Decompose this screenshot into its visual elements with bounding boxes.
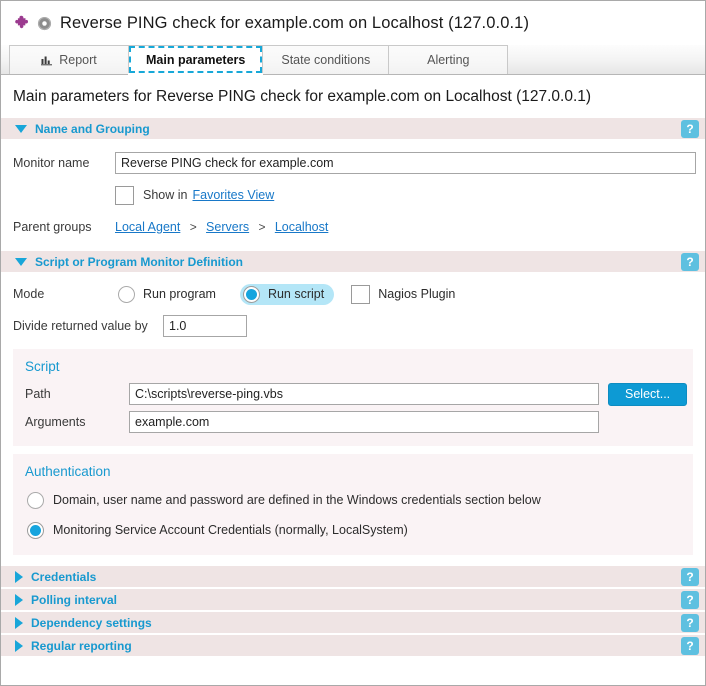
auth-domain-credentials-radio[interactable]: [27, 491, 44, 509]
monitor-name-row: Monitor name: [1, 150, 705, 176]
section-title-script-definition: Script or Program Monitor Definition: [35, 254, 244, 269]
run-program-radio[interactable]: [118, 285, 135, 303]
mode-option-run-script[interactable]: Run script: [239, 283, 335, 305]
chevron-right-icon: [15, 616, 23, 629]
section-body-name-and-grouping: Monitor name Show in Favorites View Pare…: [1, 140, 705, 250]
divide-returned-value-label: Divide returned value by: [13, 319, 148, 333]
run-script-label: Run script: [267, 287, 325, 301]
script-path-label: Path: [25, 387, 51, 401]
auth-option-domain-credentials[interactable]: Domain, user name and password are defin…: [13, 485, 693, 515]
help-button-name-and-grouping[interactable]: ?: [681, 120, 699, 138]
mode-row: Mode Run program Run script Nagios Plugi…: [1, 281, 705, 307]
favorites-view-link[interactable]: Favorites View: [192, 188, 274, 202]
section-title-dependency-settings: Dependency settings: [31, 615, 152, 630]
nagios-plugin-label: Nagios Plugin: [378, 287, 456, 301]
tab-report-label: Report: [59, 53, 97, 67]
monitor-properties-window: Reverse PING check for example.com on Lo…: [0, 0, 706, 686]
run-program-label: Run program: [143, 287, 216, 301]
monitor-name-label: Monitor name: [13, 156, 90, 170]
section-body-script-definition: Mode Run program Run script Nagios Plugi…: [1, 273, 705, 565]
breadcrumb-item-servers[interactable]: Servers: [206, 220, 249, 234]
breadcrumb-separator: >: [258, 220, 266, 234]
mode-label: Mode: [13, 287, 45, 301]
tab-state-conditions[interactable]: State conditions: [262, 45, 390, 74]
section-header-dependency-settings[interactable]: Dependency settings ?: [1, 611, 705, 634]
run-script-radio[interactable]: [242, 285, 260, 303]
monitor-name-input[interactable]: [115, 152, 696, 174]
authentication-subpanel: Authentication Domain, user name and pas…: [13, 454, 693, 555]
status-circle-icon: [37, 16, 52, 30]
puzzle-piece-icon: [15, 15, 28, 29]
parent-groups-row: Parent groups Local Agent > Servers > Lo…: [1, 214, 705, 240]
breadcrumb-item-localhost[interactable]: Localhost: [275, 220, 329, 234]
tab-main-parameters-label: Main parameters: [146, 52, 246, 67]
script-arguments-input[interactable]: [129, 411, 599, 433]
bar-chart-icon: [41, 56, 53, 66]
show-in-favorites-row: Show in Favorites View: [1, 182, 705, 208]
tab-alerting-label: Alerting: [427, 53, 470, 67]
help-button-dependency-settings[interactable]: ?: [681, 614, 699, 632]
section-header-credentials[interactable]: Credentials ?: [1, 565, 705, 588]
breadcrumb-separator: >: [189, 220, 197, 234]
script-subpanel: Script Path Select... Arguments: [13, 349, 693, 446]
script-arguments-label: Arguments: [25, 415, 86, 429]
show-in-favorites-checkbox[interactable]: [115, 185, 134, 205]
section-header-script-definition[interactable]: Script or Program Monitor Definition ?: [1, 250, 705, 273]
window-titlebar: Reverse PING check for example.com on Lo…: [1, 1, 705, 45]
select-button[interactable]: Select...: [608, 382, 688, 406]
help-button-regular-reporting[interactable]: ?: [681, 637, 699, 655]
script-path-input[interactable]: [129, 383, 599, 405]
mode-radio-group: Run program Run script Nagios Plugin: [115, 283, 465, 306]
mode-option-nagios-plugin[interactable]: Nagios Plugin: [348, 283, 465, 306]
parent-groups-label: Parent groups: [13, 220, 92, 234]
section-header-name-and-grouping[interactable]: Name and Grouping ?: [1, 117, 705, 140]
script-arguments-row: Arguments: [13, 408, 693, 436]
breadcrumb: Local Agent > Servers > Localhost: [115, 220, 328, 234]
page-title: Main parameters for Reverse PING check f…: [1, 75, 705, 117]
section-title-name-and-grouping: Name and Grouping: [35, 121, 150, 136]
authentication-subpanel-title: Authentication: [25, 464, 111, 479]
divide-returned-value-input[interactable]: [163, 315, 247, 337]
auth-service-account-label: Monitoring Service Account Credentials (…: [53, 523, 408, 537]
window-title: Reverse PING check for example.com on Lo…: [60, 13, 530, 32]
tab-main-parameters[interactable]: Main parameters: [128, 45, 264, 75]
section-header-polling-interval[interactable]: Polling interval ?: [1, 588, 705, 611]
breadcrumb-item-local-agent[interactable]: Local Agent: [115, 220, 180, 234]
tab-state-conditions-label: State conditions: [281, 53, 371, 67]
script-path-row: Path Select...: [13, 380, 693, 408]
section-header-regular-reporting[interactable]: Regular reporting ?: [1, 634, 705, 657]
chevron-right-icon: [15, 570, 23, 583]
show-in-label: Show in: [143, 188, 188, 202]
help-button-credentials[interactable]: ?: [681, 568, 699, 586]
chevron-down-icon: [15, 257, 27, 266]
auth-option-service-account[interactable]: Monitoring Service Account Credentials (…: [13, 515, 693, 545]
help-button-polling-interval[interactable]: ?: [681, 591, 699, 609]
section-title-regular-reporting: Regular reporting: [31, 638, 132, 653]
divide-returned-value-row: Divide returned value by: [1, 313, 705, 339]
section-title-polling-interval: Polling interval: [31, 592, 118, 607]
section-title-credentials: Credentials: [31, 569, 97, 584]
chevron-down-icon: [15, 124, 27, 133]
nagios-plugin-checkbox[interactable]: [351, 284, 371, 304]
chevron-right-icon: [15, 639, 23, 652]
tab-report[interactable]: Report: [9, 45, 129, 74]
chevron-right-icon: [15, 593, 23, 606]
auth-domain-credentials-label: Domain, user name and password are defin…: [53, 493, 541, 507]
auth-service-account-radio[interactable]: [27, 521, 44, 539]
tab-strip: Report Main parameters State conditions …: [1, 45, 705, 75]
mode-option-run-program[interactable]: Run program: [115, 284, 226, 305]
tab-alerting[interactable]: Alerting: [388, 45, 509, 74]
help-button-script-definition[interactable]: ?: [681, 253, 699, 271]
script-subpanel-title: Script: [25, 359, 60, 374]
